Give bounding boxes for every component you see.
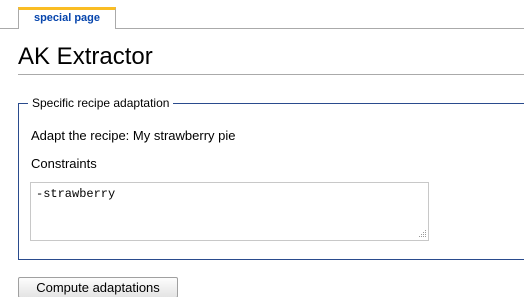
tab-active-indicator	[19, 28, 115, 29]
tab-special-page[interactable]: special page	[18, 7, 116, 28]
adapt-recipe-prefix: Adapt the recipe:	[31, 128, 133, 143]
page-title: AK Extractor	[18, 43, 153, 70]
constraints-textarea[interactable]: -strawberry	[30, 182, 429, 241]
resize-grip-icon[interactable]	[418, 229, 427, 238]
constraints-label: Constraints	[31, 156, 97, 171]
adapt-recipe-text: Adapt the recipe: My strawberry pie	[31, 128, 235, 144]
title-divider	[18, 74, 524, 75]
recipe-name: My strawberry pie	[132, 128, 236, 143]
page: special page AK Extractor Specific recip…	[0, 0, 524, 297]
compute-adaptations-button[interactable]: Compute adaptations	[18, 277, 178, 297]
fieldset-legend: Specific recipe adaptation	[28, 96, 174, 110]
